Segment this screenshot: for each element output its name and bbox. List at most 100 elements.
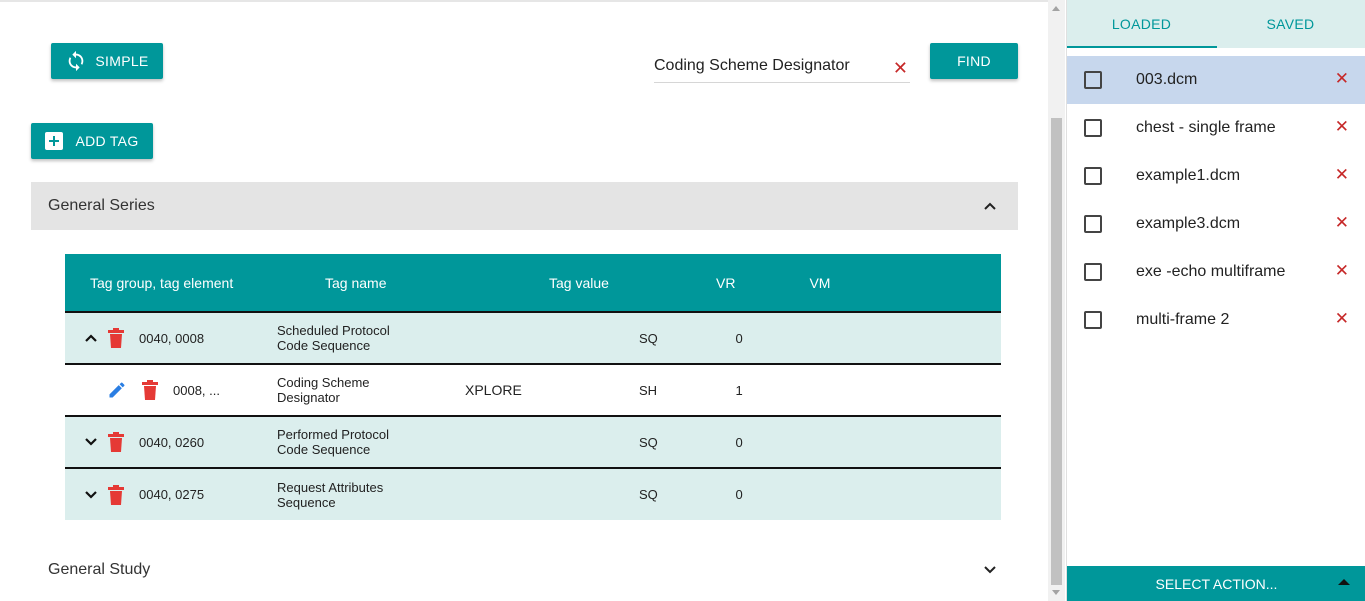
- remove-file-icon[interactable]: ✕: [1335, 309, 1349, 329]
- remove-file-icon[interactable]: ✕: [1335, 213, 1349, 233]
- remove-file-icon[interactable]: ✕: [1335, 69, 1349, 89]
- list-item[interactable]: exe -echo multiframe ✕: [1067, 248, 1365, 296]
- sync-icon: [65, 50, 87, 72]
- add-tag-label: ADD TAG: [75, 133, 139, 149]
- table-row: 0040, 0260 Performed Protocol Code Sequen…: [65, 416, 1001, 468]
- delete-icon[interactable]: [107, 432, 125, 452]
- main-panel: SIMPLE ✕ FIND ADD TAG General Series Tag…: [0, 0, 1048, 601]
- file-sidebar: LOADED SAVED 003.dcm ✕ chest - single fr…: [1066, 0, 1365, 601]
- row-controls: 0040, 0008: [83, 328, 263, 348]
- file-name: exe -echo multiframe: [1136, 263, 1286, 280]
- section-general-study[interactable]: General Study: [31, 546, 1018, 594]
- file-checkbox[interactable]: [1084, 119, 1102, 137]
- select-action-button[interactable]: SELECT ACTION...: [1067, 566, 1365, 601]
- scrollbar-thumb[interactable]: [1051, 118, 1062, 585]
- scroll-up-arrow-icon[interactable]: [1052, 6, 1060, 11]
- tab-loaded[interactable]: LOADED: [1067, 0, 1216, 48]
- table-header-row: Tag group, tag element Tag name Tag valu…: [65, 254, 1001, 312]
- row-controls: 0040, 0275: [83, 484, 263, 505]
- find-button[interactable]: FIND: [930, 43, 1018, 79]
- tag-vm: 0: [735, 487, 743, 502]
- tag-name-line2: Code Sequence: [277, 442, 371, 457]
- tag-name-line1: Performed Protocol: [277, 427, 389, 442]
- tag-code: 0008, ...: [173, 382, 220, 398]
- delete-icon[interactable]: [141, 380, 159, 400]
- col-header-value: Tag value: [549, 274, 609, 291]
- list-item[interactable]: example3.dcm ✕: [1067, 200, 1365, 248]
- select-action-label: SELECT ACTION...: [1155, 575, 1278, 592]
- col-header-vr: VR: [716, 274, 736, 291]
- plus-box-icon: [45, 132, 64, 150]
- chevron-up-icon[interactable]: [982, 198, 998, 214]
- list-item[interactable]: multi-frame 2 ✕: [1067, 296, 1365, 344]
- chevron-down-icon[interactable]: [83, 487, 99, 503]
- col-header-name: Tag name: [325, 274, 387, 291]
- tab-saved[interactable]: SAVED: [1216, 0, 1365, 48]
- file-checkbox[interactable]: [1084, 71, 1102, 89]
- simple-label: SIMPLE: [95, 53, 149, 69]
- edit-icon[interactable]: [107, 380, 127, 400]
- section-title: General Study: [48, 561, 151, 578]
- tag-name-line1: Request Attributes: [277, 479, 384, 495]
- list-item[interactable]: 003.dcm ✕: [1067, 56, 1365, 104]
- tag-name-line2: Sequence: [277, 494, 336, 510]
- section-title: General Series: [48, 197, 155, 214]
- tag-vr: SQ: [639, 434, 658, 450]
- tag-vr: SQ: [639, 330, 658, 346]
- file-checkbox[interactable]: [1084, 167, 1102, 185]
- list-item[interactable]: example1.dcm ✕: [1067, 152, 1365, 200]
- tag-name-line2: Code Sequence: [277, 338, 371, 353]
- chevron-up-icon[interactable]: [83, 330, 99, 346]
- delete-icon[interactable]: [107, 328, 125, 348]
- list-item[interactable]: chest - single frame ✕: [1067, 104, 1365, 152]
- remove-file-icon[interactable]: ✕: [1335, 261, 1349, 281]
- file-name: 003.dcm: [1136, 71, 1198, 88]
- active-tab-indicator: [1067, 46, 1217, 48]
- tag-name-line1: Coding Scheme: [277, 375, 370, 390]
- file-name: example3.dcm: [1136, 215, 1241, 232]
- add-tag-button[interactable]: ADD TAG: [31, 123, 153, 159]
- scroll-down-arrow-icon[interactable]: [1052, 590, 1060, 595]
- simple-mode-button[interactable]: SIMPLE: [51, 43, 163, 79]
- tag-name-line2: Designator: [277, 390, 340, 405]
- remove-file-icon[interactable]: ✕: [1335, 117, 1349, 137]
- caret-up-icon: [1338, 579, 1350, 585]
- tag-code: 0040, 0260: [139, 434, 205, 450]
- tag-vm: 0: [735, 330, 743, 346]
- col-header-group: Tag group, tag element: [90, 274, 234, 291]
- file-checkbox[interactable]: [1084, 263, 1102, 281]
- row-controls: 0008, ...: [107, 380, 263, 400]
- clear-search-icon[interactable]: ✕: [893, 58, 908, 79]
- app-root: SIMPLE ✕ FIND ADD TAG General Series Tag…: [0, 0, 1365, 601]
- tag-vm: 0: [735, 434, 743, 450]
- row-controls: 0040, 0260: [83, 432, 263, 452]
- search-input[interactable]: [654, 52, 884, 75]
- file-list: 003.dcm ✕ chest - single frame ✕ example…: [1067, 56, 1365, 344]
- col-header-vm: VM: [809, 274, 831, 291]
- table-row: 0040, 0008 Scheduled Protocol Code Sequen…: [65, 312, 1001, 364]
- tag-value: [451, 468, 639, 520]
- remove-file-icon[interactable]: ✕: [1335, 165, 1349, 185]
- file-checkbox[interactable]: [1084, 215, 1102, 233]
- tag-vm: 1: [735, 382, 743, 398]
- file-name: multi-frame 2: [1136, 311, 1230, 328]
- search-box: ✕: [654, 52, 910, 83]
- table-row: 0040, 0275 Request Attributes Sequence SQ…: [65, 468, 1001, 520]
- file-name: example1.dcm: [1136, 167, 1241, 184]
- section-general-series[interactable]: General Series: [31, 182, 1018, 230]
- tag-vr: SH: [639, 382, 658, 398]
- sidebar-tabs: LOADED SAVED: [1067, 0, 1365, 48]
- file-checkbox[interactable]: [1084, 311, 1102, 329]
- tag-code: 0040, 0008: [139, 330, 205, 346]
- top-divider: [0, 0, 1048, 2]
- tag-value: [451, 312, 639, 364]
- tag-name-line1: Scheduled Protocol: [277, 323, 390, 338]
- chevron-down-icon[interactable]: [83, 434, 99, 450]
- tag-code: 0040, 0275: [139, 487, 205, 502]
- vertical-scrollbar[interactable]: [1048, 0, 1065, 601]
- tag-value[interactable]: XPLORE: [451, 364, 639, 416]
- table-row: 0008, ... Coding Scheme Designator XPLORE…: [65, 364, 1001, 416]
- chevron-down-icon[interactable]: [982, 562, 998, 578]
- tag-vr: SQ: [639, 487, 658, 502]
- delete-icon[interactable]: [107, 484, 125, 505]
